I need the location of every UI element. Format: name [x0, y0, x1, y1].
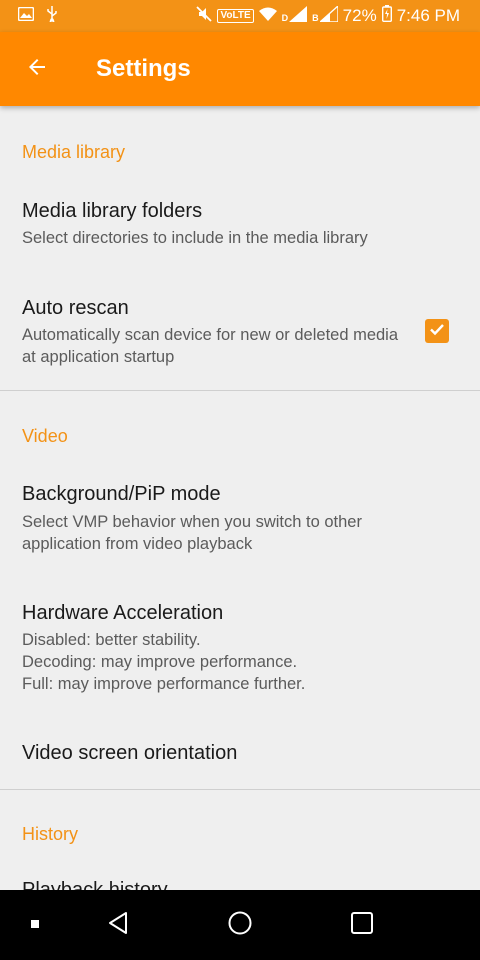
pref-title: Media library folders [22, 200, 203, 222]
arrow-back-icon [25, 55, 49, 84]
sim2-label: B [312, 13, 319, 23]
pref-title: Video screen orientation [22, 742, 238, 764]
section-header-history: History [22, 824, 79, 844]
mute-icon [196, 5, 213, 27]
recents-dot-icon [30, 916, 40, 934]
volte-badge: VoLTE [217, 9, 254, 23]
usb-icon [46, 5, 58, 27]
home-circle-icon [227, 910, 253, 941]
recents-dot-button[interactable] [20, 890, 50, 960]
overview-nav-button[interactable] [340, 890, 384, 960]
battery-percent: 72% [342, 6, 377, 25]
divider [0, 390, 480, 391]
pref-summary-line: Full: may improve performance further. [22, 675, 306, 693]
pref-summary-line: Decoding: may improve performance. [22, 653, 298, 671]
section-header-video: Video [22, 426, 68, 446]
navigation-bar [0, 890, 480, 960]
section-header-media-library: Media library [22, 142, 126, 162]
pref-summary: Automatically scan device for new or del… [22, 326, 399, 366]
page-title: Settings [96, 55, 191, 82]
pref-title: Background/PiP mode [22, 483, 221, 505]
pref-title: Auto rescan [22, 297, 129, 319]
pref-title: Playback history [22, 879, 168, 890]
signal-icon [317, 3, 339, 27]
status-bar: VoLTE D B 72% 7:46 PM [0, 0, 480, 32]
pref-summary: Select VMP behavior when you switch to o… [22, 513, 362, 553]
wifi-icon [258, 6, 277, 26]
settings-list[interactable]: Media library Media library folders Sele… [0, 106, 480, 890]
signal-icon [289, 5, 308, 27]
pref-summary-line: Disabled: better stability. [22, 631, 201, 649]
pref-summary: Select directories to include in the med… [22, 229, 368, 247]
overview-square-icon [350, 911, 374, 940]
clock: 7:46 PM [396, 6, 460, 25]
divider [0, 789, 480, 790]
back-button[interactable] [0, 32, 74, 106]
battery-icon [381, 5, 392, 27]
pref-title: Hardware Acceleration [22, 602, 224, 624]
app-bar: Settings [0, 32, 480, 106]
sim1-label: D [281, 13, 289, 23]
check-icon [428, 320, 446, 343]
back-nav-button[interactable] [96, 890, 140, 960]
auto-rescan-checkbox[interactable] [425, 319, 449, 343]
home-nav-button[interactable] [218, 890, 262, 960]
gallery-icon [17, 6, 35, 26]
back-triangle-icon [106, 911, 130, 940]
